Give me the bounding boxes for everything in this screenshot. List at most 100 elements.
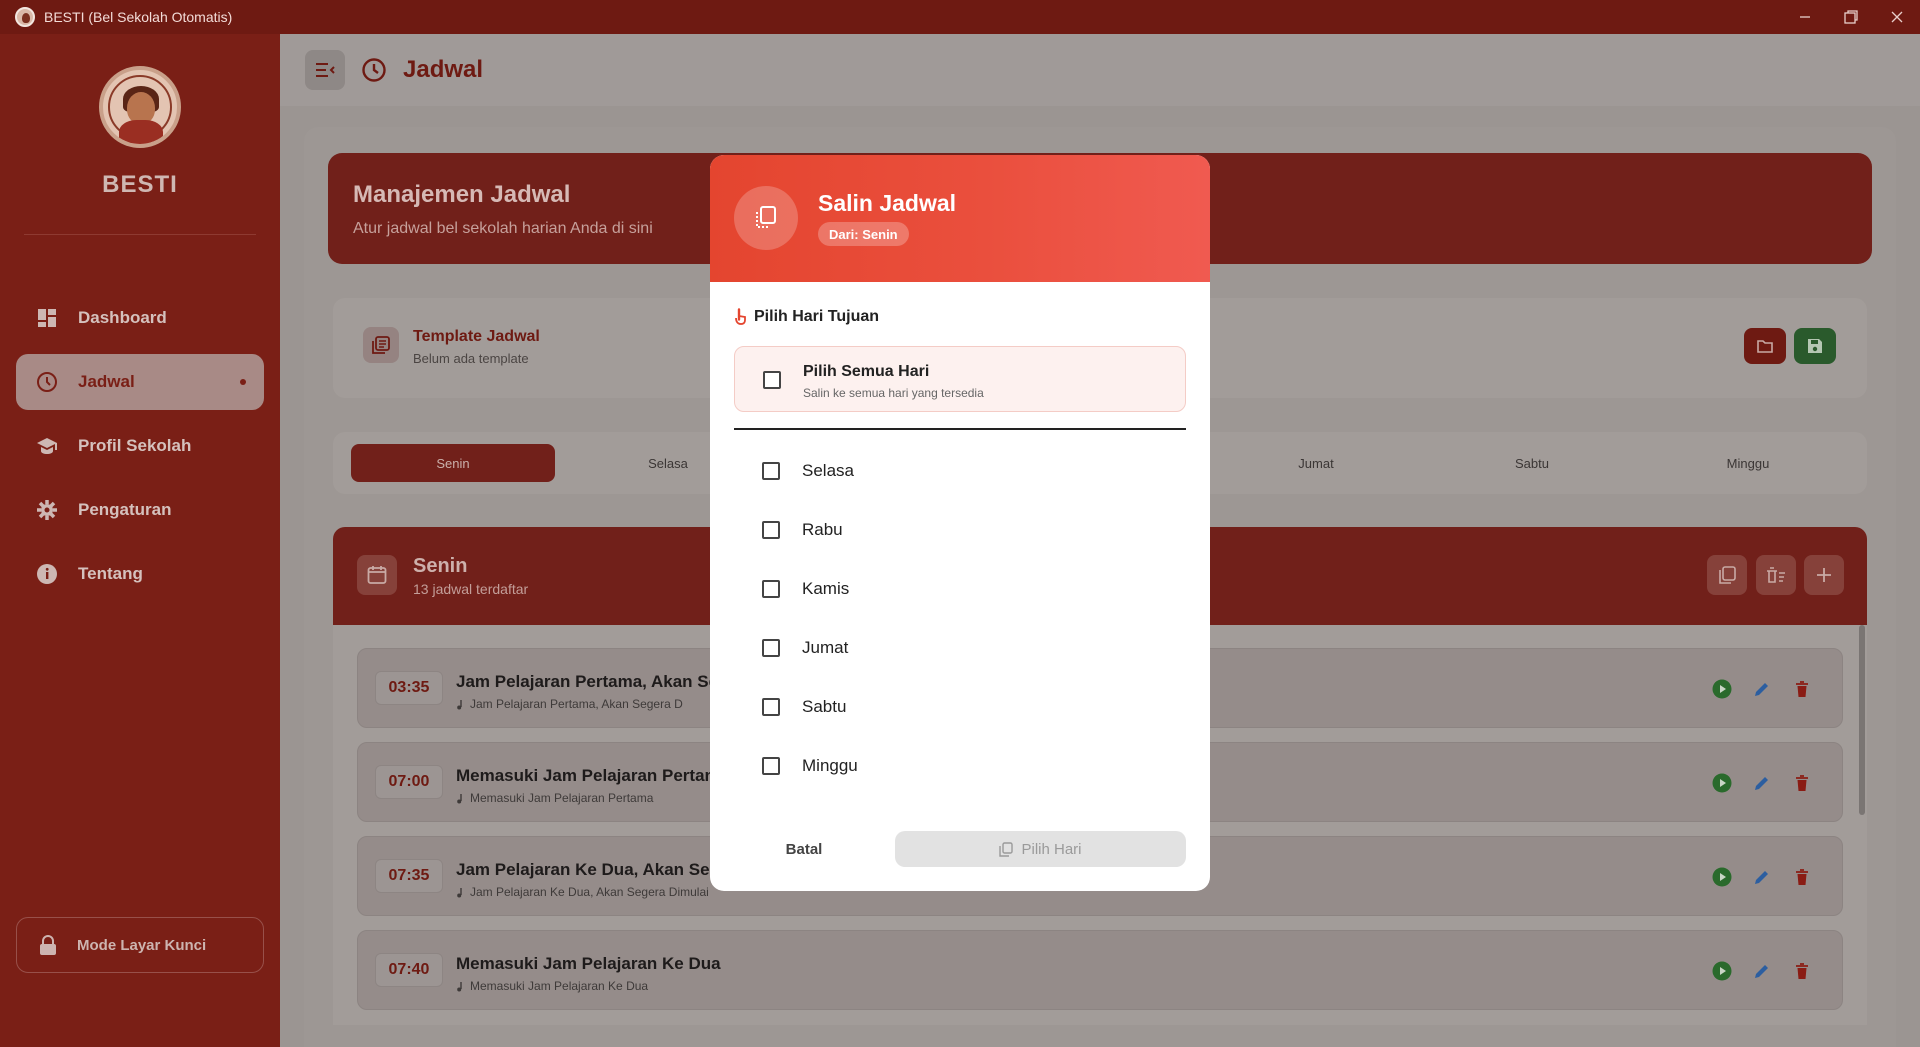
tab-jumat[interactable]: Jumat — [1214, 444, 1418, 482]
play-icon[interactable] — [1712, 679, 1732, 699]
edit-icon[interactable] — [1752, 773, 1772, 793]
touch-icon — [734, 308, 746, 326]
delete-icon[interactable] — [1792, 773, 1812, 793]
day-checkbox[interactable] — [762, 521, 780, 539]
banner-title: Manajemen Jadwal — [353, 181, 571, 208]
plus-icon — [1817, 568, 1831, 582]
sidebar-item-label: Tentang — [78, 564, 143, 583]
day-option-jumat[interactable]: Jumat — [734, 626, 1186, 670]
schedule-row: 07:40 Memasuki Jam Pelajaran Ke Dua Mema… — [357, 930, 1843, 1010]
sidebar-item-label: Dashboard — [78, 308, 167, 327]
edit-icon[interactable] — [1752, 867, 1772, 887]
maximize-icon[interactable] — [1828, 0, 1874, 34]
play-icon[interactable] — [1712, 773, 1732, 793]
load-template-button[interactable] — [1744, 328, 1786, 364]
sidebar-item-label: Profil Sekolah — [78, 436, 192, 455]
schedule-sound: Jam Pelajaran Ke Dua, Akan Segera Dimula… — [470, 885, 709, 899]
close-window-icon[interactable] — [1874, 0, 1920, 34]
window-titlebar: BESTI (Bel Sekolah Otomatis) — [0, 0, 1920, 34]
play-icon[interactable] — [1712, 867, 1732, 887]
play-icon[interactable] — [1712, 961, 1732, 981]
day-option-minggu[interactable]: Minggu — [734, 744, 1186, 788]
lock-screen-button[interactable]: Mode Layar Kunci — [16, 917, 264, 973]
add-schedule-button[interactable] — [1804, 555, 1844, 595]
sidebar-nav: Dashboard Jadwal Profil Sekolah Pengatur… — [16, 290, 264, 610]
banner-subtitle: Atur jadwal bel sekolah harian Anda di s… — [353, 220, 653, 237]
copy-icon — [1719, 566, 1736, 584]
day-option-label: Jumat — [802, 638, 849, 657]
schedule-time: 07:00 — [375, 765, 443, 799]
sidebar-item-profil-sekolah[interactable]: Profil Sekolah — [16, 418, 264, 474]
schedule-time: 07:40 — [375, 953, 443, 987]
schedule-scrollbar[interactable] — [1859, 625, 1865, 815]
copy-icon — [999, 841, 1014, 857]
target-day-label: Pilih Hari Tujuan — [754, 308, 880, 325]
schedule-title: Memasuki Jam Pelajaran Pertam — [456, 766, 720, 785]
confirm-copy-label: Pilih Hari — [1021, 840, 1082, 858]
tab-sabtu[interactable]: Sabtu — [1430, 444, 1634, 482]
dialog-header: Salin Jadwal Dari: Senin — [710, 155, 1210, 282]
edit-icon[interactable] — [1752, 679, 1772, 699]
day-checkbox[interactable] — [762, 757, 780, 775]
gear-icon — [36, 499, 58, 521]
schedule-time: 03:35 — [375, 671, 443, 705]
tab-minggu[interactable]: Minggu — [1646, 444, 1850, 482]
select-all-title: Pilih Semua Hari — [803, 363, 930, 380]
dialog-divider — [734, 428, 1186, 430]
day-checkbox[interactable] — [762, 698, 780, 716]
school-icon — [36, 435, 58, 457]
clear-schedule-button[interactable] — [1756, 555, 1796, 595]
day-option-label: Minggu — [802, 756, 858, 775]
clock-icon — [36, 371, 58, 393]
clock-icon — [361, 57, 387, 83]
template-icon — [363, 327, 399, 363]
copy-schedule-dialog: Salin Jadwal Dari: Senin Pilih Hari Tuju… — [710, 155, 1210, 891]
app-icon — [15, 7, 35, 27]
delete-icon[interactable] — [1792, 961, 1812, 981]
menu-collapse-icon — [316, 63, 335, 77]
day-checkbox[interactable] — [762, 639, 780, 657]
window-title: BESTI (Bel Sekolah Otomatis) — [44, 9, 233, 25]
music-note-icon — [456, 699, 464, 710]
music-note-icon — [456, 981, 464, 992]
delete-icon[interactable] — [1792, 679, 1812, 699]
select-all-days[interactable]: Pilih Semua Hari Salin ke semua hari yan… — [734, 346, 1186, 412]
sidebar-item-jadwal[interactable]: Jadwal — [16, 354, 264, 410]
schedule-time: 07:35 — [375, 859, 443, 893]
template-subtitle: Belum ada template — [413, 351, 529, 366]
edit-icon[interactable] — [1752, 961, 1772, 981]
menu-toggle-button[interactable] — [305, 50, 345, 90]
tab-senin[interactable]: Senin — [351, 444, 555, 482]
confirm-copy-button[interactable]: Pilih Hari — [895, 831, 1186, 867]
schedule-sound: Jam Pelajaran Pertama, Akan Segera D — [470, 697, 683, 711]
active-indicator — [240, 379, 246, 385]
save-icon — [1808, 339, 1822, 353]
page-header: Jadwal — [280, 34, 1920, 106]
schedule-title: Memasuki Jam Pelajaran Ke Dua — [456, 954, 721, 973]
copy-schedule-button[interactable] — [1707, 555, 1747, 595]
sidebar-item-label: Jadwal — [78, 372, 135, 391]
sidebar-item-dashboard[interactable]: Dashboard — [16, 290, 264, 346]
minimize-icon[interactable] — [1782, 0, 1828, 34]
cancel-button[interactable]: Batal — [734, 831, 874, 867]
schedule-title: Jam Pelajaran Pertama, Akan Se — [456, 672, 719, 691]
day-option-kamis[interactable]: Kamis — [734, 567, 1186, 611]
sidebar-item-tentang[interactable]: Tentang — [16, 546, 264, 602]
school-logo — [99, 66, 181, 148]
sidebar-item-pengaturan[interactable]: Pengaturan — [16, 482, 264, 538]
delete-icon[interactable] — [1792, 867, 1812, 887]
select-all-checkbox[interactable] — [763, 371, 781, 389]
day-checkbox[interactable] — [762, 580, 780, 598]
target-day-heading: Pilih Hari Tujuan — [734, 308, 879, 326]
day-schedule-count: 13 jadwal terdaftar — [413, 581, 529, 597]
day-option-sabtu[interactable]: Sabtu — [734, 685, 1186, 729]
day-option-selasa[interactable]: Selasa — [734, 449, 1186, 493]
copy-icon — [734, 186, 798, 250]
lock-icon — [39, 935, 57, 955]
day-option-rabu[interactable]: Rabu — [734, 508, 1186, 552]
lock-screen-label: Mode Layar Kunci — [77, 936, 207, 954]
dialog-title: Salin Jadwal — [818, 190, 957, 216]
save-template-button[interactable] — [1794, 328, 1836, 364]
day-checkbox[interactable] — [762, 462, 780, 480]
source-day-badge: Dari: Senin — [818, 222, 909, 246]
